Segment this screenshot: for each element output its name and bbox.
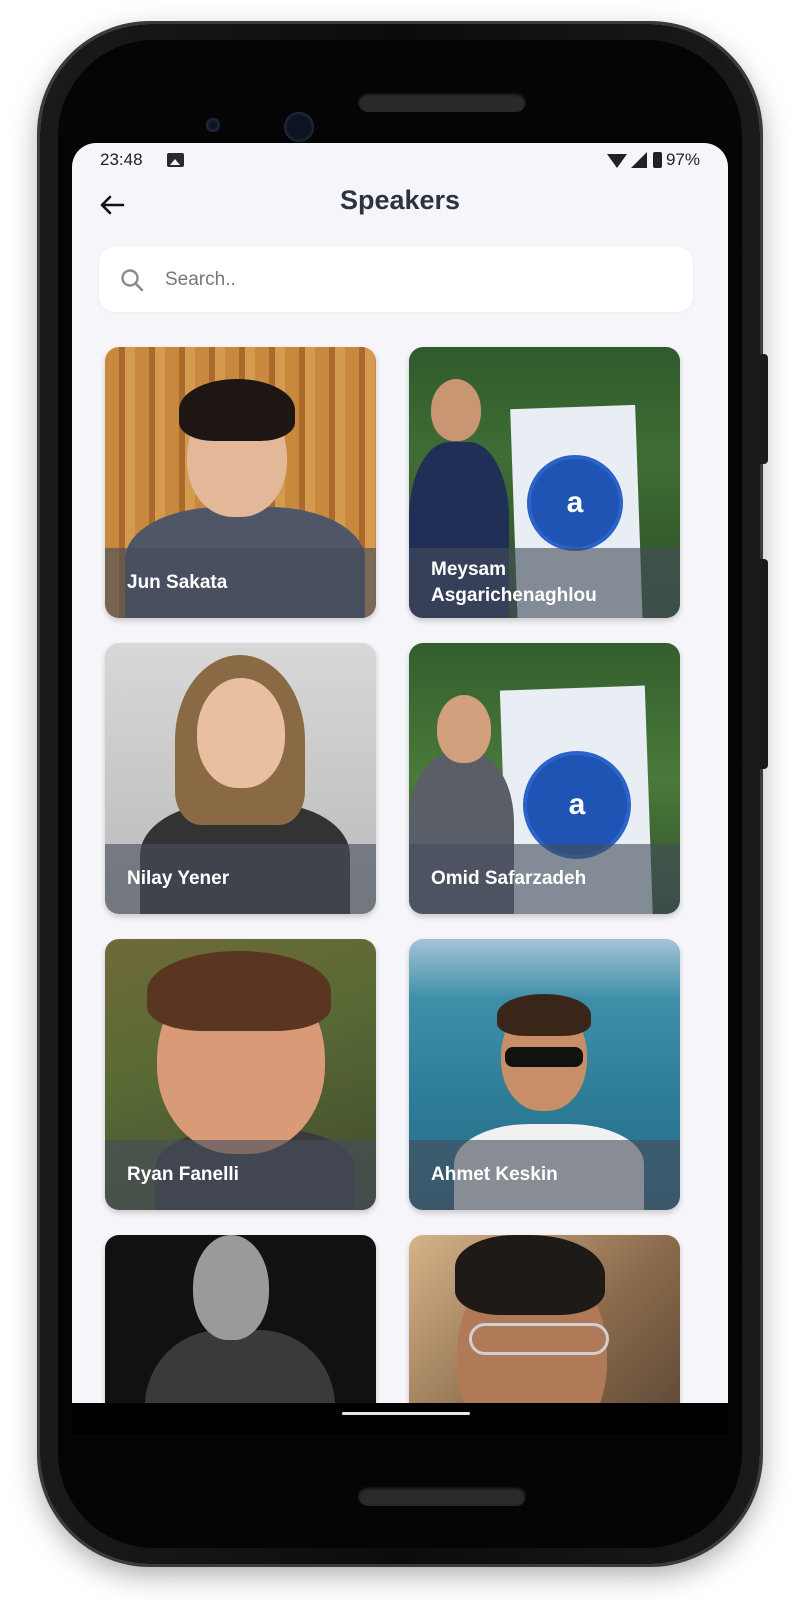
speaker-card[interactable]: a Meysam Asgarichenaghlou [409,347,680,618]
speaker-card[interactable]: Nilay Yener [105,643,376,914]
front-sensor [206,118,220,132]
speaker-name: Ahmet Keskin [431,1164,558,1186]
front-camera [284,112,314,142]
battery-icon [652,152,662,168]
speaker-card[interactable]: Ryan Fanelli [105,939,376,1210]
search-icon [121,269,144,292]
speaker-card[interactable]: Ahmet Keskin [409,939,680,1210]
speaker-card[interactable]: Jun Sakata [105,347,376,618]
speaker-name: Omid Safarzadeh [431,868,587,890]
page-title: Speakers [339,185,461,215]
search-input[interactable] [165,247,665,312]
earpiece-speaker [358,92,526,112]
bottom-speaker [358,1486,526,1506]
status-bar: 23:48 97% [72,143,728,177]
status-icons: 97% [606,150,700,170]
app-bar: Speakers [72,177,728,233]
search-bar[interactable] [99,247,693,312]
volume-button [760,354,768,464]
status-time: 23:48 [100,150,143,169]
app-screen: 23:48 97% Speakers Search.. Jun Sakata a… [72,143,728,1435]
speaker-name: Nilay Yener [127,868,230,890]
system-nav-bar [72,1403,728,1435]
battery-percent: 97% [665,150,700,169]
signal-icon [630,152,647,168]
speaker-card[interactable]: a Omid Safarzadeh [409,643,680,914]
speaker-name: Meysam Asgarichenaghlou [431,559,597,606]
power-button [760,559,768,769]
speaker-name: Ryan Fanelli [127,1164,239,1186]
image-icon [167,153,184,167]
speaker-name: Jun Sakata [127,572,228,594]
gesture-handle[interactable] [342,1412,470,1415]
speaker-grid: Jun Sakata a Meysam Asgarichenaghlou Nil… [105,347,681,1435]
wifi-icon [606,154,627,168]
